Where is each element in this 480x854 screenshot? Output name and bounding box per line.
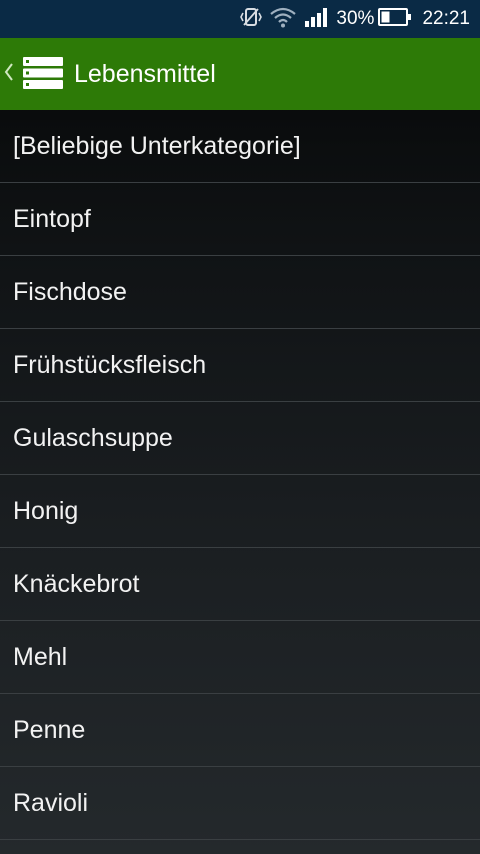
list-item[interactable]: Fischdose bbox=[0, 256, 480, 329]
list-item[interactable]: Mehl bbox=[0, 621, 480, 694]
wifi-icon bbox=[270, 6, 297, 33]
battery-icon bbox=[378, 7, 412, 32]
list-item-label: Penne bbox=[13, 715, 86, 744]
action-bar[interactable]: Lebensmittel bbox=[0, 38, 480, 110]
list-item-label: Fischdose bbox=[13, 277, 127, 306]
list-icon[interactable] bbox=[22, 56, 64, 90]
list-item-label: Mehl bbox=[13, 642, 68, 671]
list-item-label: Ravioli bbox=[13, 788, 89, 817]
list-item[interactable]: Knäckebrot bbox=[0, 548, 480, 621]
vibrate-icon bbox=[240, 6, 263, 33]
list-item[interactable]: Gulaschsuppe bbox=[0, 402, 480, 475]
battery-percent: 30% bbox=[336, 8, 375, 29]
list-item-label: Honig bbox=[13, 496, 79, 525]
list-item[interactable]: Eintopf bbox=[0, 183, 480, 256]
clock: 22:21 bbox=[422, 8, 470, 29]
list-item-label: [Beliebige Unterkategorie] bbox=[13, 131, 301, 160]
subcategory-list: [Beliebige Unterkategorie] Eintopf Fisch… bbox=[0, 110, 480, 840]
status-bar: 30% 22:21 bbox=[0, 0, 480, 38]
status-bar-right: 30% 22:21 bbox=[232, 0, 470, 38]
page-title: Lebensmittel bbox=[74, 60, 216, 88]
list-item-label: Knäckebrot bbox=[13, 569, 140, 598]
list-item-label: Gulaschsuppe bbox=[13, 423, 173, 452]
chevron-left-icon[interactable] bbox=[4, 60, 14, 84]
list-item[interactable]: Honig bbox=[0, 475, 480, 548]
screen: 30% 22:21 Lebensmittel [Beliebige Unterk… bbox=[0, 0, 480, 854]
list-item[interactable]: Penne bbox=[0, 694, 480, 767]
signal-icon bbox=[304, 6, 328, 33]
list-item-label: Frühstücksfleisch bbox=[13, 350, 207, 379]
list-item[interactable]: [Beliebige Unterkategorie] bbox=[0, 110, 480, 183]
list-item-label: Eintopf bbox=[13, 204, 91, 233]
list-item[interactable]: Frühstücksfleisch bbox=[0, 329, 480, 402]
list-item[interactable]: Ravioli bbox=[0, 767, 480, 840]
